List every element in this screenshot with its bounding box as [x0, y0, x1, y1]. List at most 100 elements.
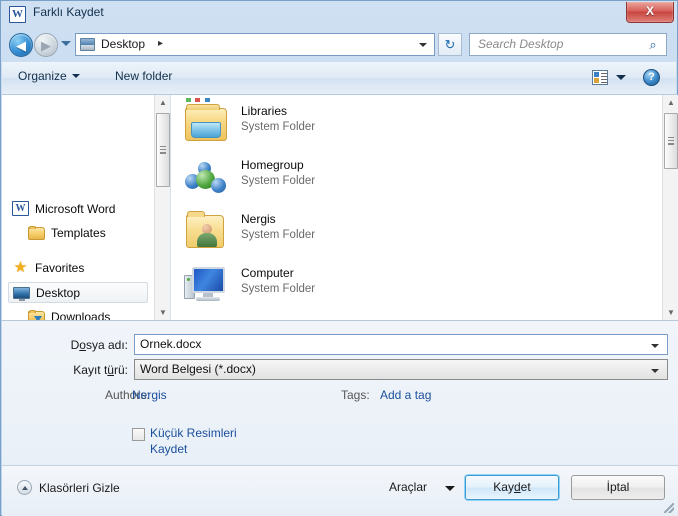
tags-label: Tags:: [341, 388, 370, 402]
label-part: sya adı:: [85, 338, 128, 352]
chevron-down-icon: [71, 74, 80, 78]
file-name-value[interactable]: Ornek.docx: [140, 337, 201, 351]
organize-button[interactable]: Organize: [18, 69, 80, 83]
homegroup-icon: [183, 156, 229, 198]
address-chevron-down-icon[interactable]: [419, 43, 427, 47]
list-item-name: Libraries: [241, 104, 288, 118]
tools-button[interactable]: Araçlar: [389, 480, 427, 494]
help-icon[interactable]: ?: [643, 69, 660, 86]
navigation-pane-scrollbar[interactable]: ▲ ▼: [154, 95, 170, 320]
recent-locations-chevron-down-icon[interactable]: [61, 41, 71, 46]
save-thumbnail-label[interactable]: Küçük Resimleri Kaydet: [150, 425, 255, 457]
file-list-pane: Libraries System Folder Homegroup System…: [171, 95, 678, 320]
navigation-bar: ◀ ▶ Desktop ▸ ↻ Search Desktop ⌕: [1, 28, 677, 62]
add-a-tag-link[interactable]: Add a tag: [380, 388, 431, 402]
list-item-type: System Folder: [241, 229, 316, 241]
scroll-down-icon[interactable]: ▼: [155, 305, 170, 320]
label-accelerator: ü: [107, 363, 114, 377]
address-bar[interactable]: Desktop ▸: [75, 33, 435, 56]
sidebar-item-label: Microsoft Word: [35, 201, 116, 216]
folder-download-icon: [28, 309, 45, 320]
label-accelerator: o: [79, 338, 86, 352]
breadcrumb-separator-icon[interactable]: ▸: [158, 38, 163, 49]
back-arrow-icon: ◀: [16, 37, 26, 53]
chevron-down-icon[interactable]: [651, 369, 659, 373]
list-item-name: Nergis: [241, 212, 276, 226]
label-part: rü:: [113, 363, 128, 377]
sidebar-item-label: Downloads: [51, 309, 111, 321]
homegroup-spheres-icon: [185, 160, 227, 196]
organize-label: Organize: [18, 69, 67, 83]
save-as-dialog: W Farklı Kaydet X ◀ ▶ Desktop ▸ ↻ Search…: [0, 0, 678, 516]
dialog-title: Farklı Kaydet: [33, 5, 104, 19]
sidebar-item-desktop[interactable]: Desktop: [8, 282, 148, 303]
resize-grip[interactable]: [664, 503, 674, 513]
label-part: et: [520, 480, 531, 494]
libraries-folder-icon: [185, 104, 227, 141]
sidebar-item-label: Desktop: [36, 285, 81, 300]
sidebar-item-downloads[interactable]: Downloads: [28, 306, 110, 320]
forward-arrow-icon: ▶: [41, 37, 51, 53]
browser-content: W Microsoft Word Templates ★ Favorites D…: [2, 95, 678, 321]
libraries-tabs-icon: [186, 98, 218, 102]
search-input[interactable]: Search Desktop: [478, 37, 563, 51]
scroll-down-icon[interactable]: ▼: [663, 305, 678, 320]
list-item-name: Computer: [241, 266, 294, 280]
file-name-label: Dosya adı:: [31, 338, 128, 352]
file-type-select[interactable]: Word Belgesi (*.docx): [134, 359, 668, 380]
view-lines-icon: [601, 73, 607, 83]
list-item-type: System Folder: [241, 283, 316, 295]
label-part: D: [70, 338, 80, 352]
scrollbar-thumb[interactable]: [156, 113, 170, 187]
desktop-icon: [80, 38, 95, 51]
save-button[interactable]: Kaydet: [465, 475, 559, 500]
search-box[interactable]: Search Desktop ⌕: [469, 33, 667, 56]
hide-folders-button[interactable]: Klasörleri Gizle: [17, 480, 120, 495]
change-view-icon[interactable]: [592, 70, 608, 85]
chevron-down-icon[interactable]: [651, 344, 659, 348]
computer-icon: [183, 264, 229, 306]
computer-shape-icon: [184, 267, 228, 305]
scrollbar-thumb[interactable]: [664, 113, 678, 169]
label-part: Kayıt t: [73, 363, 108, 377]
file-type-value: Word Belgesi (*.docx): [140, 362, 256, 376]
search-icon: ⌕: [649, 37, 657, 52]
file-type-label: Kayıt türü:: [31, 363, 128, 377]
folder-icon: [28, 225, 45, 240]
forward-button[interactable]: ▶: [34, 33, 58, 57]
sidebar-item-templates[interactable]: Templates: [28, 222, 106, 243]
list-item-type: System Folder: [241, 121, 316, 133]
sidebar-item-microsoft-word[interactable]: W Microsoft Word: [12, 198, 115, 219]
tools-chevron-down-icon[interactable]: [445, 486, 455, 491]
user-folder-icon: [183, 210, 229, 252]
authors-value[interactable]: Nergis: [132, 388, 167, 402]
hide-folders-label: Klasörleri Gizle: [39, 480, 120, 495]
refresh-button[interactable]: ↻: [438, 33, 462, 56]
back-button[interactable]: ◀: [9, 33, 33, 57]
scrollbar-grip-icon: [160, 146, 166, 154]
title-bar: W Farklı Kaydet X: [1, 1, 677, 28]
monitor-icon: [13, 287, 30, 301]
view-chevron-down-icon[interactable]: [616, 75, 626, 80]
person-icon: [197, 224, 217, 248]
cancel-button[interactable]: İptal: [571, 475, 665, 500]
list-item-name: Homegroup: [241, 158, 304, 172]
close-button[interactable]: X: [626, 2, 674, 23]
word-app-icon: W: [9, 6, 26, 23]
file-name-input[interactable]: Ornek.docx: [134, 334, 668, 355]
libraries-icon: [183, 98, 229, 144]
sidebar-item-label: Favorites: [35, 260, 85, 275]
new-folder-button[interactable]: New folder: [115, 69, 172, 83]
scroll-up-icon[interactable]: ▲: [663, 95, 678, 110]
save-thumbnail-checkbox[interactable]: [132, 428, 145, 441]
word-icon: W: [12, 201, 29, 216]
label-accelerator: d: [513, 480, 521, 494]
file-list-scrollbar[interactable]: ▲ ▼: [662, 95, 678, 320]
scroll-up-icon[interactable]: ▲: [155, 95, 170, 110]
breadcrumb-desktop[interactable]: Desktop: [101, 37, 145, 51]
sidebar-item-label: Templates: [51, 225, 106, 240]
navigation-pane: W Microsoft Word Templates ★ Favorites D…: [2, 95, 170, 320]
label-part: Kay: [493, 480, 514, 494]
sidebar-item-favorites[interactable]: ★ Favorites: [12, 257, 85, 278]
list-item-type: System Folder: [241, 175, 316, 187]
